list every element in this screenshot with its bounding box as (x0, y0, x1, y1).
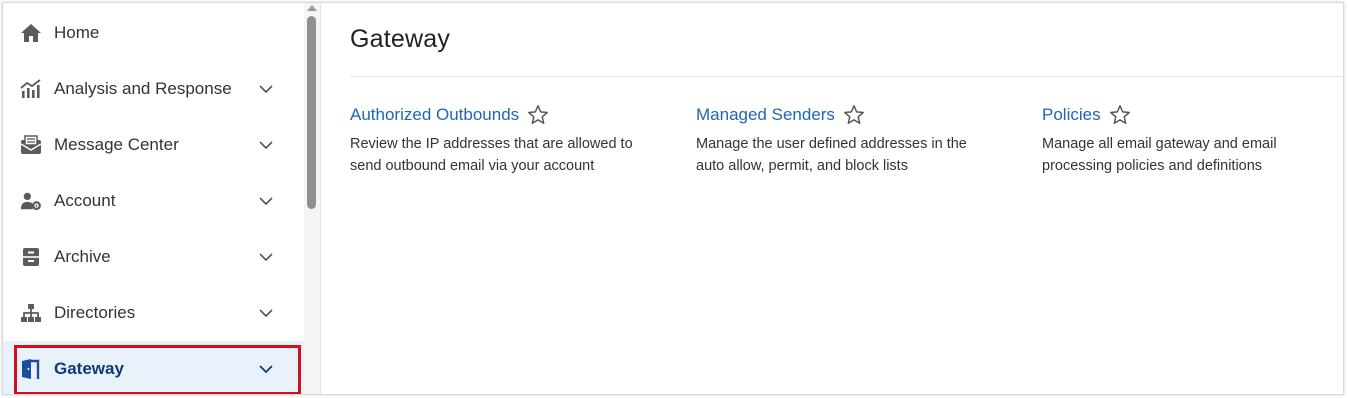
sidebar-item-label: Account (54, 191, 116, 210)
scrollbar-thumb[interactable] (307, 16, 316, 209)
sidebar-scrollbar[interactable] (304, 3, 320, 394)
chevron-down-icon[interactable] (258, 193, 274, 209)
directories-icon (20, 302, 42, 324)
chevron-down-icon[interactable] (258, 305, 274, 321)
sidebar-item-directories[interactable]: Directories (3, 285, 304, 341)
sidebar-item-label: Archive (54, 247, 111, 266)
account-gear-icon (20, 190, 42, 212)
sidebar-item-label: Directories (54, 303, 136, 322)
archive-icon (20, 246, 42, 268)
star-icon[interactable] (527, 104, 549, 126)
card-policies: Policies Manage all email gateway and em… (1042, 103, 1343, 177)
authorized-outbounds-link[interactable]: Authorized Outbounds (350, 105, 519, 125)
sidebar-item-account[interactable]: Account (3, 173, 304, 229)
sidebar-item-gateway[interactable]: Gateway (3, 341, 304, 394)
sidebar-item-analysis-and-response[interactable]: Analysis and Response (3, 61, 304, 117)
page-title: Gateway (350, 25, 451, 53)
card-authorized-outbounds: Authorized Outbounds Review the IP addre… (350, 103, 670, 177)
chevron-down-icon[interactable] (258, 361, 274, 377)
message-center-icon (20, 134, 42, 156)
sidebar-item-message-center[interactable]: Message Center (3, 117, 304, 173)
chevron-down-icon[interactable] (258, 81, 274, 97)
home-icon (20, 22, 42, 44)
title-divider (350, 76, 1342, 77)
sidebar-nav: Home Analysis and Response Message Cente… (3, 3, 304, 394)
card-description: Review the IP addresses that are allowed… (350, 136, 633, 174)
sidebar-item-archive[interactable]: Archive (3, 229, 304, 285)
analysis-chart-icon (20, 78, 42, 100)
app-window: Home Analysis and Response Message Cente… (2, 2, 1344, 395)
sidebar-item-home[interactable]: Home (3, 5, 304, 61)
sidebar-item-label: Message Center (54, 135, 179, 154)
card-description: Manage the user defined addresses in the… (696, 136, 967, 174)
star-icon[interactable] (1109, 104, 1131, 126)
main-content: Gateway Authorized Outbounds Review the … (321, 3, 1343, 394)
policies-link[interactable]: Policies (1042, 105, 1101, 125)
sidebar-item-label: Analysis and Response (54, 79, 232, 98)
card-description: Manage all email gateway and email proce… (1042, 136, 1277, 174)
managed-senders-link[interactable]: Managed Senders (696, 105, 835, 125)
sidebar-item-label: Home (54, 23, 100, 42)
gateway-door-icon (20, 358, 42, 380)
card-managed-senders: Managed Senders Manage the user defined … (696, 103, 1016, 177)
star-icon[interactable] (843, 104, 865, 126)
sidebar-item-label: Gateway (54, 359, 124, 378)
chevron-down-icon[interactable] (258, 249, 274, 265)
scroll-up-arrow-icon[interactable] (307, 5, 317, 11)
chevron-down-icon[interactable] (258, 137, 274, 153)
